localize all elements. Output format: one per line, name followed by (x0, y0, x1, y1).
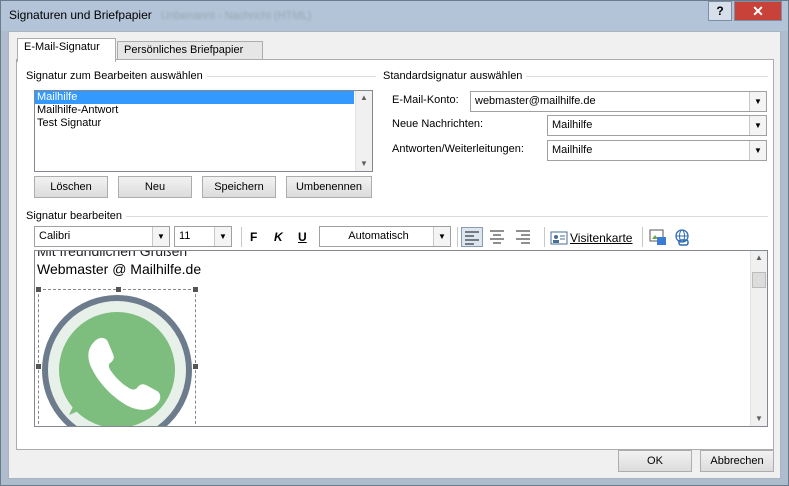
cancel-button[interactable]: Abbrechen (700, 450, 774, 472)
replies-select[interactable]: Mailhilfe ▼ (547, 140, 767, 161)
align-right-button[interactable] (513, 227, 535, 247)
business-card-icon (550, 231, 568, 245)
dialog-window: Signaturen und Briefpapier Unbenannt - N… (0, 0, 789, 486)
align-right-icon (516, 230, 530, 244)
align-left-button[interactable] (461, 227, 483, 247)
tab-personal-stationery[interactable]: Persönliches Briefpapier (117, 41, 263, 61)
font-family-value: Calibri (39, 230, 71, 242)
scroll-up-arrow-icon[interactable]: ▲ (751, 251, 767, 265)
scroll-up-arrow-icon[interactable]: ▲ (356, 91, 372, 105)
signature-select-group-label: Signatur zum Bearbeiten auswählen (26, 70, 207, 82)
insert-hyperlink-button[interactable] (673, 228, 691, 249)
align-left-icon (465, 231, 479, 245)
tab-email-signature-label: E-Mail-Signatur (24, 41, 100, 53)
new-messages-select[interactable]: Mailhilfe ▼ (547, 115, 767, 136)
new-messages-label: Neue Nachrichten: (392, 118, 484, 130)
bold-button[interactable]: F (250, 230, 257, 244)
font-color-select[interactable]: Automatisch ▼ (319, 226, 451, 247)
scroll-down-arrow-icon[interactable]: ▼ (751, 412, 767, 426)
chevron-down-icon[interactable]: ▼ (433, 227, 450, 246)
scroll-thumb[interactable] (752, 272, 766, 288)
hyperlink-icon (675, 229, 689, 246)
align-center-icon (490, 230, 504, 244)
font-family-select[interactable]: Calibri ▼ (34, 226, 170, 247)
font-color-value: Automatisch (348, 230, 409, 242)
chevron-down-icon[interactable]: ▼ (749, 116, 766, 135)
new-button[interactable]: Neu (118, 176, 192, 198)
signature-editor[interactable]: Mit freundlichen Grüßen Webmaster @ Mail… (34, 250, 768, 427)
resize-handle[interactable] (36, 364, 41, 369)
insert-picture-icon (649, 229, 666, 245)
listbox-scrollbar[interactable]: ▲ ▼ (355, 91, 372, 171)
window-title: Signaturen und Briefpapier (9, 8, 152, 22)
dialog-client: E-Mail-Signatur Persönliches Briefpapier… (8, 31, 781, 479)
background-window-title: Unbenannt - Nachricht (HTML) (161, 10, 312, 22)
signature-listbox[interactable]: Mailhilfe Mailhilfe-Antwort Test Signatu… (34, 90, 373, 172)
signature-text-line: Webmaster @ Mailhilfe.de (37, 261, 202, 277)
replies-label: Antworten/Weiterleitungen: (392, 143, 524, 155)
resize-handle[interactable] (193, 287, 198, 292)
font-size-select[interactable]: 11 ▼ (174, 226, 232, 247)
business-card-button[interactable]: Visitenkarte (550, 228, 632, 248)
save-button[interactable]: Speichern (202, 176, 276, 198)
resize-handle[interactable] (193, 364, 198, 369)
chevron-down-icon[interactable]: ▼ (749, 92, 766, 111)
font-size-value: 11 (179, 230, 191, 242)
chevron-down-icon[interactable]: ▼ (749, 141, 766, 160)
title-bar[interactable]: Signaturen und Briefpapier Unbenannt - N… (1, 1, 788, 31)
align-center-button[interactable] (487, 227, 509, 247)
delete-button[interactable]: Löschen (34, 176, 108, 198)
email-account-value: webmaster@mailhilfe.de (475, 95, 596, 107)
signature-text-line: Mit freundlichen Grüßen (37, 250, 188, 259)
chevron-down-icon[interactable]: ▼ (152, 227, 169, 246)
list-item[interactable]: Mailhilfe (35, 91, 354, 104)
default-signature-group-label: Standardsignatur auswählen (383, 70, 527, 82)
signature-image[interactable] (36, 287, 198, 426)
resize-handle[interactable] (36, 287, 41, 292)
list-item[interactable]: Mailhilfe-Antwort (35, 104, 354, 117)
italic-button[interactable]: K (274, 230, 283, 244)
editor-scrollbar[interactable]: ▲ ▼ (750, 251, 767, 426)
chevron-down-icon[interactable]: ▼ (214, 227, 231, 246)
email-account-label: E-Mail-Konto: (392, 94, 459, 106)
edit-signature-group-label: Signatur bearbeiten (26, 210, 127, 222)
help-button[interactable]: ? (708, 1, 732, 21)
insert-picture-button[interactable] (649, 228, 667, 249)
ok-button[interactable]: OK (618, 450, 692, 472)
close-button[interactable]: ✕ (734, 1, 782, 21)
whatsapp-logo-icon (42, 295, 192, 426)
list-item[interactable]: Test Signatur (35, 117, 354, 130)
resize-handle[interactable] (116, 287, 121, 292)
replies-value: Mailhilfe (552, 144, 593, 156)
tab-panel: Signatur zum Bearbeiten auswählen Mailhi… (16, 59, 774, 450)
tab-email-signature[interactable]: E-Mail-Signatur (17, 38, 116, 62)
scroll-down-arrow-icon[interactable]: ▼ (356, 157, 372, 171)
underline-button[interactable]: U (298, 230, 307, 244)
business-card-label: Visitenkarte (570, 231, 633, 245)
tab-personal-stationery-label: Persönliches Briefpapier (124, 44, 244, 56)
new-messages-value: Mailhilfe (552, 119, 593, 131)
email-account-select[interactable]: webmaster@mailhilfe.de ▼ (470, 91, 767, 112)
rename-button[interactable]: Umbenennen (286, 176, 372, 198)
